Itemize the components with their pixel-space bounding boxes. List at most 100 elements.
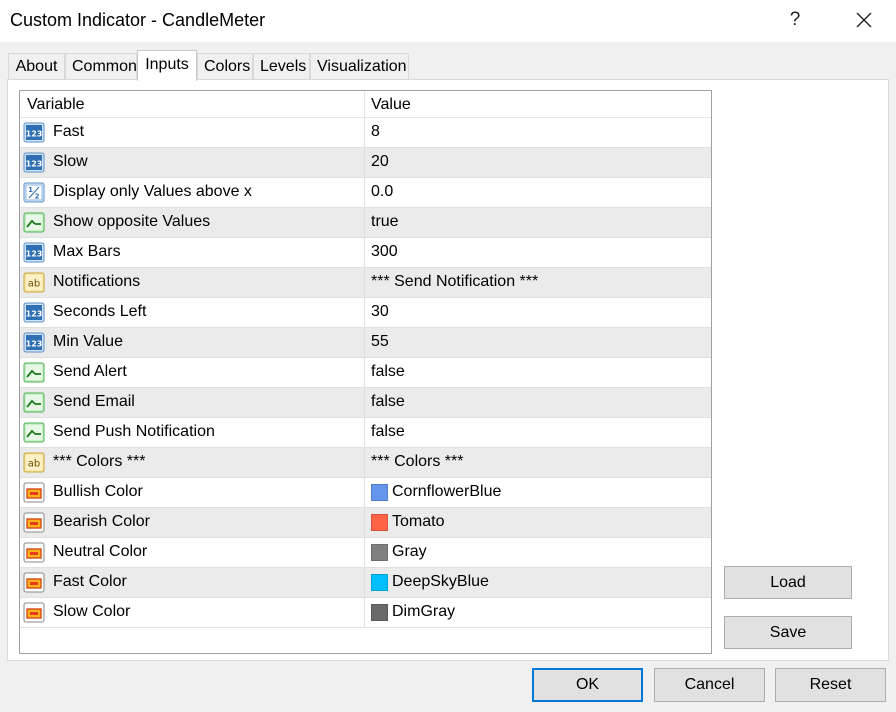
variable-name: Fast	[53, 123, 85, 140]
table-row[interactable]: 123 Fast 8	[20, 118, 711, 148]
variable-value: *** Colors ***	[371, 453, 464, 470]
table-row[interactable]: 1 2 Display only Values above x 0.0	[20, 178, 711, 208]
table-row[interactable]: Neutral Color Gray	[20, 538, 711, 568]
save-button[interactable]: Save	[724, 616, 852, 649]
variable-name: Neutral Color	[53, 543, 148, 560]
variable-name: Bearish Color	[53, 513, 150, 530]
reset-button[interactable]: Reset	[775, 668, 886, 702]
table-row[interactable]: Bearish Color Tomato	[20, 508, 711, 538]
cancel-button[interactable]: Cancel	[654, 668, 765, 702]
table-row[interactable]: 123 Slow 20	[20, 148, 711, 178]
table-row[interactable]: Send Email false	[20, 388, 711, 418]
tab-about[interactable]: About	[8, 53, 65, 80]
value-cell[interactable]: 55	[365, 328, 711, 357]
table-row[interactable]: 123 Seconds Left 30	[20, 298, 711, 328]
variable-cell: Send Email	[20, 388, 365, 417]
value-cell[interactable]: Tomato	[365, 508, 711, 537]
load-button[interactable]: Load	[724, 566, 852, 599]
boolean-toggle-icon	[23, 392, 45, 413]
tab-label: Common	[72, 58, 137, 75]
variable-name: Min Value	[53, 333, 123, 350]
variable-name: Notifications	[53, 273, 141, 290]
color-icon	[23, 482, 45, 503]
variable-value: DeepSkyBlue	[392, 573, 489, 590]
value-cell[interactable]: *** Send Notification ***	[365, 268, 711, 297]
string-ab-icon: ab	[23, 452, 45, 473]
value-cell[interactable]: false	[365, 388, 711, 417]
table-row[interactable]: 123 Max Bars 300	[20, 238, 711, 268]
variable-cell: 123 Slow	[20, 148, 365, 177]
table-row[interactable]: 123 Min Value 55	[20, 328, 711, 358]
color-icon	[23, 542, 45, 563]
svg-text:1: 1	[28, 186, 33, 194]
svg-text:123: 123	[26, 340, 43, 349]
variable-cell: 123 Max Bars	[20, 238, 365, 267]
color-swatch	[371, 484, 388, 501]
variable-cell: ab *** Colors ***	[20, 448, 365, 477]
value-cell[interactable]: true	[365, 208, 711, 237]
variable-cell: Fast Color	[20, 568, 365, 597]
window-title: Custom Indicator - CandleMeter	[10, 10, 266, 30]
value-cell[interactable]: 0.0	[365, 178, 711, 207]
close-button[interactable]	[848, 4, 880, 36]
svg-text:123: 123	[26, 310, 43, 319]
column-header-value[interactable]: Value	[365, 91, 711, 118]
close-icon	[856, 12, 872, 28]
boolean-toggle-icon	[23, 212, 45, 233]
tab-label: Visualization	[317, 58, 407, 75]
table-row[interactable]: Send Push Notification false	[20, 418, 711, 448]
variable-value: 0.0	[371, 183, 394, 200]
table-row[interactable]: ab *** Colors *** *** Colors ***	[20, 448, 711, 478]
variable-value: 300	[371, 243, 398, 260]
table-row[interactable]: ab Notifications *** Send Notification ***	[20, 268, 711, 298]
tab-label: Inputs	[145, 56, 189, 73]
value-cell[interactable]: 20	[365, 148, 711, 177]
variable-cell: Send Push Notification	[20, 418, 365, 447]
variable-cell: 123 Min Value	[20, 328, 365, 357]
svg-text:ab: ab	[28, 279, 40, 290]
value-cell[interactable]: 30	[365, 298, 711, 327]
value-cell[interactable]: *** Colors ***	[365, 448, 711, 477]
ok-button[interactable]: OK	[532, 668, 643, 702]
variable-cell: Slow Color	[20, 598, 365, 627]
value-cell[interactable]: 8	[365, 118, 711, 147]
value-cell[interactable]: DeepSkyBlue	[365, 568, 711, 597]
value-cell[interactable]: 300	[365, 238, 711, 267]
value-cell[interactable]: false	[365, 358, 711, 387]
table-row[interactable]: Send Alert false	[20, 358, 711, 388]
tab-levels[interactable]: Levels	[253, 53, 310, 80]
tab-colors[interactable]: Colors	[197, 53, 253, 80]
variable-name: Max Bars	[53, 243, 121, 260]
tab-common[interactable]: Common	[65, 53, 137, 80]
boolean-toggle-icon	[23, 362, 45, 383]
fraction-half-icon: 12	[23, 182, 45, 203]
column-header-variable[interactable]: Variable	[20, 91, 365, 118]
value-cell[interactable]: DimGray	[365, 598, 711, 627]
tab-inputs[interactable]: Inputs	[137, 50, 197, 81]
variable-name: Display only Values above x	[53, 183, 252, 200]
variable-value: true	[371, 213, 399, 230]
variable-name: Slow Color	[53, 603, 131, 620]
table-row[interactable]: Bullish Color CornflowerBlue	[20, 478, 711, 508]
value-cell[interactable]: Gray	[365, 538, 711, 567]
table-row[interactable]: Show opposite Values true	[20, 208, 711, 238]
variable-cell: Neutral Color	[20, 538, 365, 567]
tab-label: Levels	[260, 58, 307, 75]
value-cell[interactable]: false	[365, 418, 711, 447]
color-swatch	[371, 574, 388, 591]
help-button[interactable]: ?	[780, 4, 810, 36]
tab-label: About	[15, 58, 58, 75]
variable-cell: 1 2 Display only Values above x	[20, 178, 365, 207]
inputs-panel: Variable Value 123 Fast 8 123 Slow 20 1 2 Displa…	[7, 79, 889, 661]
value-cell[interactable]: CornflowerBlue	[365, 478, 711, 507]
variable-value: 30	[371, 303, 389, 320]
tab-visualization[interactable]: Visualization	[310, 53, 409, 80]
integer-123-icon: 123	[23, 152, 45, 173]
grid-rows: 123 Fast 8 123 Slow 20 1 2 Display only Values a…	[20, 118, 711, 628]
color-swatch	[371, 544, 388, 561]
variable-value: DimGray	[392, 603, 456, 620]
variable-value: 20	[371, 153, 389, 170]
table-row[interactable]: Fast Color DeepSkyBlue	[20, 568, 711, 598]
table-row[interactable]: Slow Color DimGray	[20, 598, 711, 628]
variable-cell: 123 Seconds Left	[20, 298, 365, 327]
